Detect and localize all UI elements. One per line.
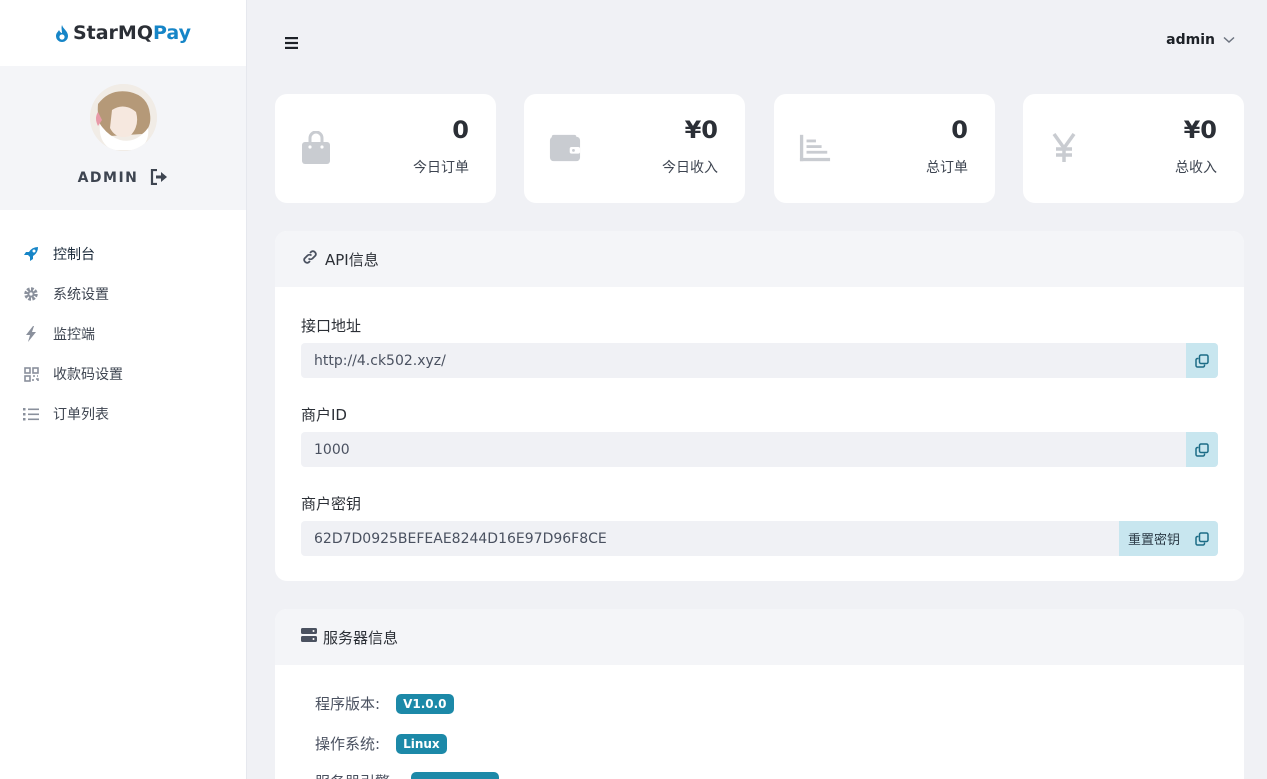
engine-badge — [411, 771, 500, 779]
logout-icon[interactable] — [150, 169, 168, 187]
merchant-key-input[interactable] — [301, 521, 1119, 556]
sidebar-item-label: 控制台 — [53, 247, 95, 263]
copy-icon — [1195, 442, 1209, 457]
os-badge: Linux — [396, 733, 447, 754]
sidebar-item-qrcode-settings[interactable]: 收款码设置 — [0, 354, 246, 394]
stat-label: 今日订单 — [413, 160, 469, 176]
version-badge: V1.0.0 — [396, 693, 454, 714]
sidebar-nav: 控制台 系统设置 监控端 收款码设置 订单列表 — [0, 234, 246, 434]
rocket-icon — [22, 245, 40, 263]
stat-card-total-orders: 0 总订单 — [774, 94, 995, 203]
user-menu[interactable]: admin — [1166, 32, 1235, 48]
merchant-key-field: 重置密钥 — [301, 521, 1218, 556]
server-os-row: 操作系统: Linux — [315, 733, 447, 754]
chevron-down-icon — [1223, 32, 1235, 48]
stat-card-today-orders: 0 今日订单 — [275, 94, 496, 203]
link-icon — [301, 248, 319, 270]
merchant-id-field — [301, 432, 1218, 467]
api-url-input[interactable] — [301, 343, 1186, 378]
version-label: 程序版本: — [315, 695, 381, 713]
copy-icon — [1195, 353, 1209, 368]
top-bar: admin — [247, 0, 1267, 84]
merchant-id-label: 商户ID — [301, 406, 347, 424]
os-label: 操作系统: — [315, 735, 381, 753]
chart-icon — [799, 130, 831, 166]
stat-card-today-income: ¥0 今日收入 — [524, 94, 745, 203]
profile-card: ADMIN — [0, 66, 246, 210]
wallet-icon — [549, 130, 581, 166]
copy-url-button[interactable] — [1186, 343, 1218, 378]
api-url-field — [301, 343, 1218, 378]
bolt-icon — [22, 325, 40, 343]
user-menu-name: admin — [1166, 32, 1215, 48]
stat-label: 今日收入 — [662, 160, 718, 176]
stat-value: ¥0 — [684, 116, 718, 144]
sidebar-item-dashboard[interactable]: 控制台 — [0, 234, 246, 274]
merchant-id-input[interactable] — [301, 432, 1186, 467]
profile-name: ADMIN — [77, 170, 139, 186]
stat-value: 0 — [951, 116, 968, 144]
engine-label: 服务器引擎: — [315, 771, 395, 779]
brand-name-part1: StarMQ — [72, 22, 153, 44]
reset-key-button[interactable]: 重置密钥 — [1118, 521, 1186, 556]
server-info-title: 服务器信息 — [323, 628, 399, 647]
api-url-label: 接口地址 — [301, 317, 362, 335]
sidebar-item-monitor[interactable]: 监控端 — [0, 314, 246, 354]
server-info-panel: 服务器信息 程序版本: V1.0.0 操作系统: Linux 服务器引擎: — [275, 609, 1244, 779]
shopping-bag-icon — [300, 130, 332, 166]
stat-label: 总收入 — [1175, 160, 1217, 176]
api-info-title: API信息 — [325, 250, 379, 269]
sidebar: StarMQ Pay ADMIN 控制台 系统设置 监控端 收款码设置 订单列表 — [0, 0, 247, 779]
sidebar-item-system-settings[interactable]: 系统设置 — [0, 274, 246, 314]
stat-value: ¥0 — [1183, 116, 1217, 144]
list-icon — [22, 405, 40, 423]
brand-name-part2: Pay — [152, 22, 192, 44]
brand-logo[interactable]: StarMQ Pay — [0, 0, 246, 66]
sidebar-item-label: 收款码设置 — [53, 367, 123, 383]
stat-value: 0 — [452, 116, 469, 144]
stat-card-total-income: ¥0 总收入 — [1023, 94, 1244, 203]
copy-key-button[interactable] — [1186, 521, 1218, 556]
qrcode-icon — [22, 365, 40, 383]
stat-label: 总订单 — [926, 160, 968, 176]
server-icon — [301, 628, 317, 646]
copy-icon — [1195, 531, 1209, 546]
sidebar-item-label: 监控端 — [53, 327, 95, 343]
server-version-row: 程序版本: V1.0.0 — [315, 693, 454, 714]
server-engine-row: 服务器引擎: — [315, 771, 500, 779]
yen-icon — [1048, 130, 1080, 166]
sidebar-item-label: 系统设置 — [53, 287, 109, 303]
api-info-panel: API信息 接口地址 商户ID 商户密钥 重置密钥 — [275, 231, 1244, 581]
sidebar-item-order-list[interactable]: 订单列表 — [0, 394, 246, 434]
flame-icon — [55, 24, 68, 42]
copy-id-button[interactable] — [1186, 432, 1218, 467]
merchant-key-label: 商户密钥 — [301, 495, 362, 513]
api-info-header: API信息 — [275, 231, 1244, 287]
avatar[interactable] — [89, 84, 157, 151]
hamburger-menu-icon[interactable] — [285, 34, 301, 49]
gear-icon — [22, 285, 40, 303]
sidebar-item-label: 订单列表 — [53, 407, 109, 423]
server-info-header: 服务器信息 — [275, 609, 1244, 665]
